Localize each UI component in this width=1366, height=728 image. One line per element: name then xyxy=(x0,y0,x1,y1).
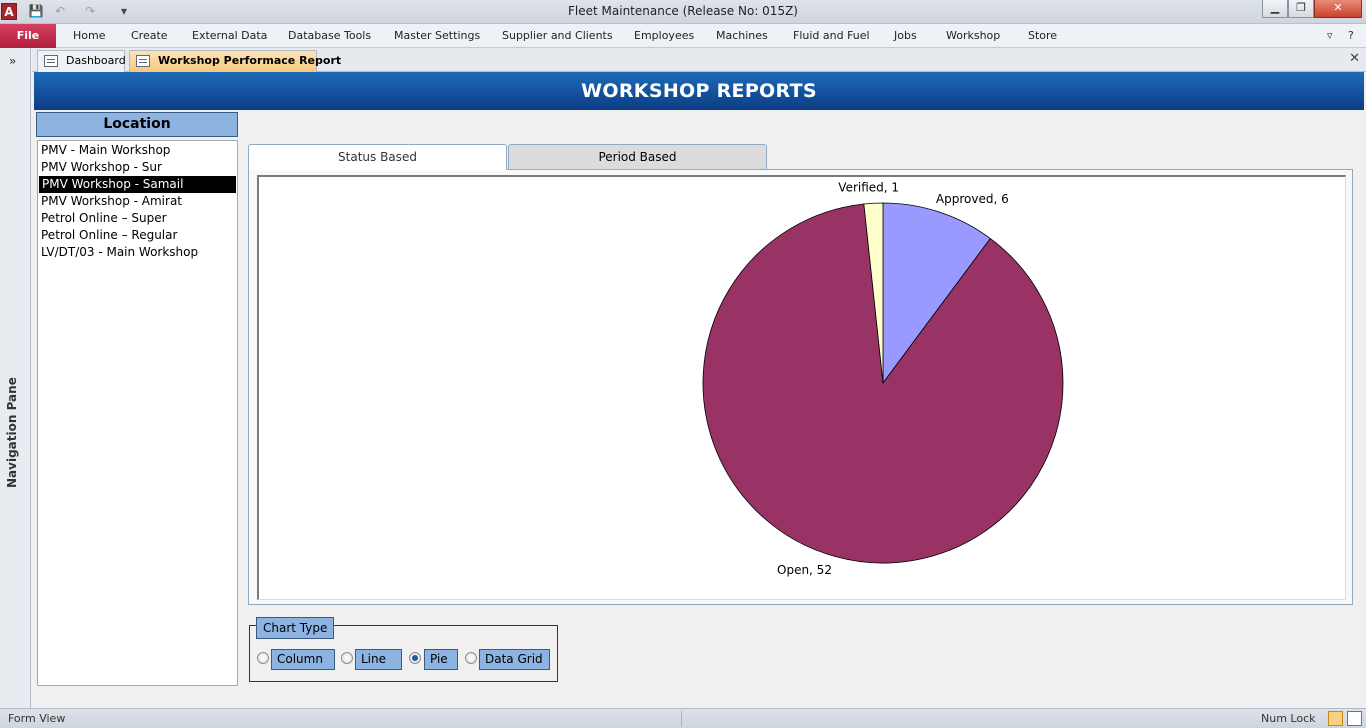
location-item[interactable]: Petrol Online – Super xyxy=(38,210,237,227)
form-icon xyxy=(136,55,150,67)
chart-container: Approved, 6 Open, 52 Verified, 1 xyxy=(257,175,1346,600)
tab-workshop-report[interactable]: Workshop Performace Report xyxy=(129,50,341,72)
location-header: Location xyxy=(36,112,238,137)
status-separator xyxy=(681,711,682,727)
label-data-grid[interactable]: Data Grid xyxy=(479,649,550,670)
tab-external-data[interactable]: External Data xyxy=(192,29,267,42)
navigation-pane-label: Navigation Pane xyxy=(5,377,19,488)
tab-workshop-report-label: Workshop Performace Report xyxy=(158,54,342,67)
maximize-button[interactable]: ❐ xyxy=(1288,0,1314,18)
close-document-icon[interactable]: ✕ xyxy=(1349,51,1360,66)
pie-label-verified: Verified, 1 xyxy=(838,180,899,194)
tab-dashboard-label: Dashboard xyxy=(66,54,126,67)
status-bar: Form View Num Lock xyxy=(0,708,1366,728)
tab-dashboard[interactable]: Dashboard xyxy=(37,50,126,72)
pie-chart: Approved, 6 Open, 52 Verified, 1 xyxy=(702,180,1064,577)
tab-employees[interactable]: Employees xyxy=(634,29,694,42)
tab-create[interactable]: Create xyxy=(131,29,168,42)
label-column[interactable]: Column xyxy=(271,649,335,670)
tab-fluid-and-fuel[interactable]: Fluid and Fuel xyxy=(793,29,870,42)
workshop-report-form: WORKSHOP REPORTS Location PMV - Main Wor… xyxy=(32,72,1366,708)
location-item[interactable]: PMV Workshop - Sur xyxy=(38,159,237,176)
tab-store[interactable]: Store xyxy=(1028,29,1057,42)
location-list[interactable]: PMV - Main Workshop PMV Workshop - Sur P… xyxy=(37,140,238,686)
file-tab[interactable]: File xyxy=(0,24,56,48)
document-tabs: Dashboard Workshop Performace Report ✕ xyxy=(32,48,1366,72)
radio-data-grid[interactable] xyxy=(465,652,477,664)
navigation-pane[interactable]: » Navigation Pane xyxy=(0,48,31,708)
form-icon xyxy=(44,55,58,67)
pie-label-open: Open, 52 xyxy=(777,563,832,577)
radio-line[interactable] xyxy=(341,652,353,664)
tab-status-based[interactable]: Status Based xyxy=(248,144,507,170)
tab-jobs[interactable]: Jobs xyxy=(894,29,917,42)
radio-pie[interactable] xyxy=(409,652,421,664)
tab-period-based[interactable]: Period Based xyxy=(508,144,767,170)
tab-machines[interactable]: Machines xyxy=(716,29,768,42)
form-view-icon[interactable] xyxy=(1328,711,1343,726)
location-item[interactable]: PMV - Main Workshop xyxy=(38,142,237,159)
pie-label-approved: Approved, 6 xyxy=(936,192,1009,206)
tab-master-settings[interactable]: Master Settings xyxy=(394,29,480,42)
status-based-panel: Approved, 6 Open, 52 Verified, 1 xyxy=(248,169,1353,605)
page-title: WORKSHOP REPORTS xyxy=(581,80,817,102)
tab-supplier-and-clients[interactable]: Supplier and Clients xyxy=(502,29,613,42)
expand-nav-icon[interactable]: » xyxy=(9,54,16,68)
chart-type-legend: Chart Type xyxy=(256,617,335,639)
location-item[interactable]: Petrol Online – Regular xyxy=(38,227,237,244)
help-icon[interactable]: ? xyxy=(1348,29,1354,42)
minimize-button[interactable]: ▁ xyxy=(1262,0,1288,18)
location-item[interactable]: PMV Workshop - Amirat xyxy=(38,193,237,210)
close-button[interactable]: ✕ xyxy=(1314,0,1362,18)
design-view-icon[interactable] xyxy=(1347,711,1362,726)
label-line[interactable]: Line xyxy=(355,649,402,670)
tab-home[interactable]: Home xyxy=(73,29,105,42)
location-item[interactable]: LV/DT/03 - Main Workshop xyxy=(38,244,237,261)
minimize-ribbon-icon[interactable]: ▿ xyxy=(1327,29,1333,42)
window-title: Fleet Maintenance (Release No: 015Z) xyxy=(568,4,798,18)
radio-column[interactable] xyxy=(257,652,269,664)
tab-database-tools[interactable]: Database Tools xyxy=(288,29,371,42)
ribbon: File Home Create External Data Database … xyxy=(0,24,1366,48)
location-item-selected[interactable]: PMV Workshop - Samail xyxy=(39,176,236,193)
view-status: Form View xyxy=(8,712,66,725)
label-pie[interactable]: Pie xyxy=(424,649,458,670)
title-bar: A 💾 ↶ ↷ ▾ Fleet Maintenance (Release No:… xyxy=(0,0,1366,24)
tab-workshop[interactable]: Workshop xyxy=(946,29,1000,42)
header-band: WORKSHOP REPORTS xyxy=(34,72,1364,110)
numlock-status: Num Lock xyxy=(1261,712,1316,725)
